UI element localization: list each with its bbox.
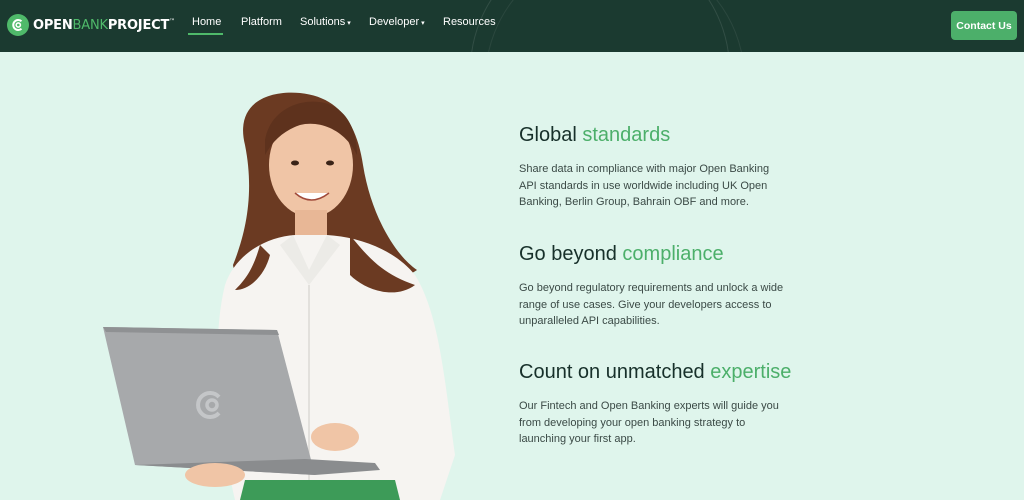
nav-item-label: Solutions xyxy=(300,16,346,28)
nav-item-label: Platform xyxy=(241,16,282,28)
trademark-symbol: ™ xyxy=(169,17,175,25)
feature-description: Go beyond regulatory requirements and un… xyxy=(519,282,784,327)
openbank-logo-icon xyxy=(7,14,29,36)
caret-down-icon: ▾ xyxy=(421,20,425,27)
feature-title-highlight: compliance xyxy=(622,243,724,265)
nav-item-label: Developer xyxy=(369,16,420,28)
brand-name-project: PROJECT xyxy=(107,17,170,33)
nav-item-home[interactable]: Home xyxy=(192,16,221,28)
nav-item-developer[interactable]: Developer ▾ xyxy=(369,16,425,28)
feature-title-plain: Go beyond xyxy=(519,243,623,265)
woman-with-laptop-image xyxy=(103,92,455,500)
feature-title-highlight: expertise xyxy=(710,361,792,383)
decorative-arc xyxy=(485,0,745,52)
brand-logo[interactable]: OPENBANKPROJECT™ xyxy=(7,13,175,37)
feature-title-plain: Count on unmatched xyxy=(519,361,711,383)
feature-title-plain: Global xyxy=(519,124,583,146)
nav-item-label: Resources xyxy=(443,16,496,28)
feature-description: Our Fintech and Open Banking experts wil… xyxy=(519,400,779,445)
nav-item-platform[interactable]: Platform xyxy=(241,16,282,28)
top-navbar: OPENBANKPROJECT™ Home Platform Solutions… xyxy=(0,0,1024,52)
nav-item-solutions[interactable]: Solutions ▾ xyxy=(300,16,351,28)
nav-item-label: Home xyxy=(192,16,222,28)
feature-title-highlight: standards xyxy=(582,124,671,146)
feature-description: Share data in compliance with major Open… xyxy=(519,163,770,208)
feature-title: Count on unmatched expertise xyxy=(519,361,819,384)
nav-item-resources[interactable]: Resources xyxy=(443,16,496,28)
brand-name-bank: BANK xyxy=(72,17,108,33)
brand-name: OPENBANKPROJECT™ xyxy=(33,18,175,33)
feature-go-beyond-compliance: Go beyond compliance Go beyond regulator… xyxy=(519,243,819,330)
caret-down-icon: ▾ xyxy=(347,20,351,27)
brand-name-open: OPEN xyxy=(33,17,73,33)
contact-us-button[interactable]: Contact Us xyxy=(951,11,1017,40)
feature-global-standards: Global standards Share data in complianc… xyxy=(519,124,819,211)
active-nav-indicator xyxy=(188,33,223,35)
feature-title: Global standards xyxy=(519,124,819,147)
feature-title: Go beyond compliance xyxy=(519,243,819,266)
feature-unmatched-expertise: Count on unmatched expertise Our Fintech… xyxy=(519,361,819,448)
